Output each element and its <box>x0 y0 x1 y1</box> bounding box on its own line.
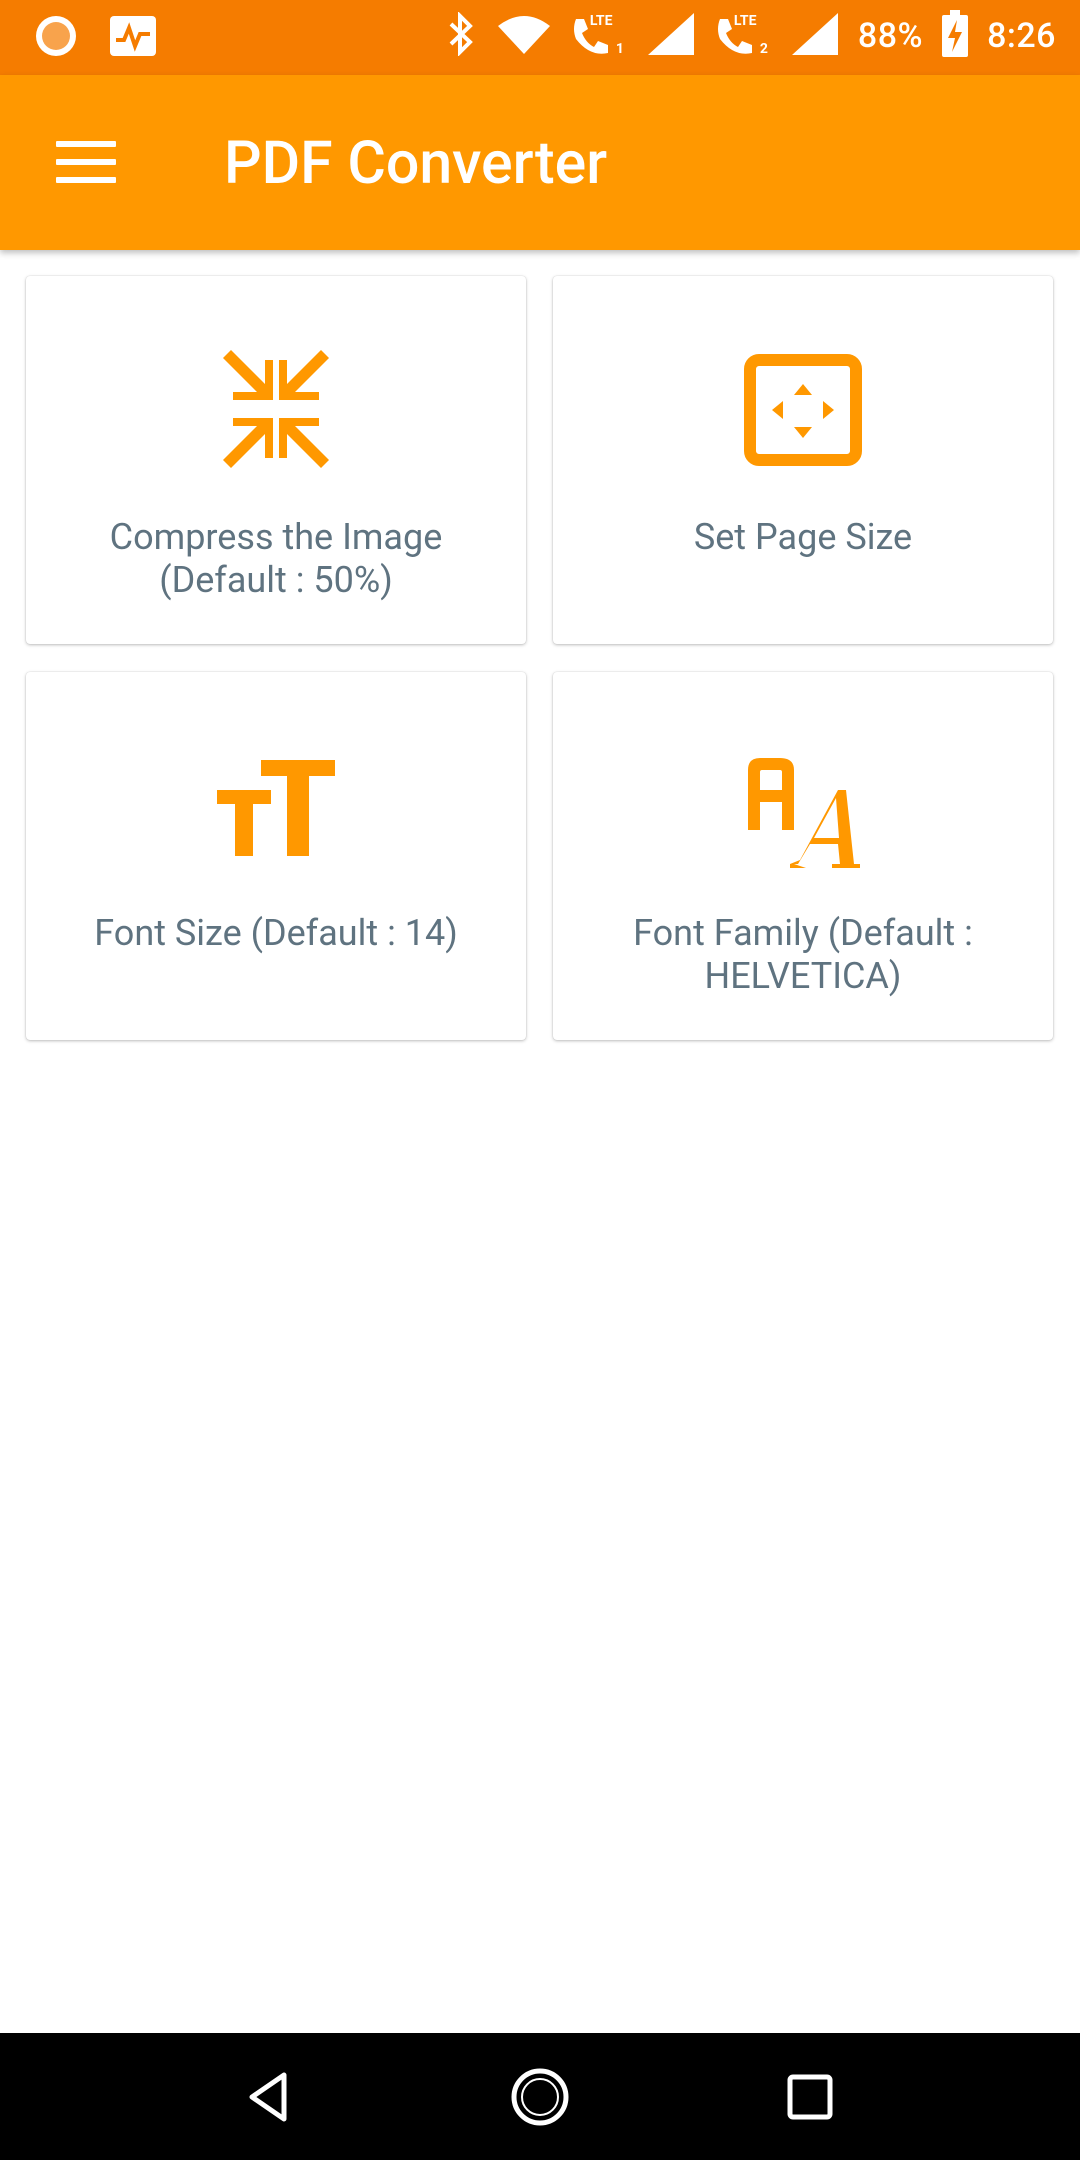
set-page-size-card[interactable]: Set Page Size <box>553 276 1053 644</box>
wifi-icon <box>496 12 552 60</box>
battery-charging-icon <box>941 10 969 62</box>
font-family-icon <box>738 740 868 870</box>
sim1-lte-label: LTE <box>589 13 613 29</box>
app-title: PDF Converter <box>224 129 608 198</box>
font-size-label: Font Size (Default : 14) <box>94 912 458 954</box>
back-button[interactable] <box>240 2067 300 2127</box>
compress-image-card[interactable]: Compress the Image (Default : 50%) <box>26 276 526 644</box>
recents-button[interactable] <box>780 2067 840 2127</box>
navigation-bar <box>0 2033 1080 2160</box>
font-family-card[interactable]: Font Family (Default : HELVETICA) <box>553 672 1053 1040</box>
sim1-index: 1 <box>615 41 624 57</box>
activity-icon <box>108 14 158 62</box>
sim2-index: 2 <box>759 41 768 57</box>
menu-button[interactable] <box>42 125 132 199</box>
signal1-icon <box>646 11 696 61</box>
status-bar: LTE 1 LTE 2 88% 8:26 <box>0 0 1080 75</box>
font-family-label: Font Family (Default : HELVETICA) <box>633 912 973 997</box>
sim2-call-icon: LTE 2 <box>714 11 772 61</box>
font-size-card[interactable]: Font Size (Default : 14) <box>26 672 526 1040</box>
page-size-icon <box>738 344 868 474</box>
set-page-size-label: Set Page Size <box>693 516 913 558</box>
sim1-call-icon: LTE 1 <box>570 11 628 61</box>
compress-image-label: Compress the Image (Default : 50%) <box>109 516 443 601</box>
back-triangle-icon <box>240 2072 300 2131</box>
clock: 8:26 <box>987 16 1056 56</box>
compress-icon <box>211 344 341 474</box>
recents-square-icon <box>780 2074 840 2131</box>
sim2-lte-label: LTE <box>733 13 757 29</box>
home-circle-icon <box>508 2068 572 2133</box>
font-size-icon <box>211 740 341 870</box>
battery-percent: 88% <box>857 16 924 56</box>
home-button[interactable] <box>508 2065 572 2129</box>
bluetooth-icon <box>444 11 478 60</box>
signal2-icon <box>790 11 840 61</box>
app-bar: PDF Converter <box>0 75 1080 250</box>
notification-app-icon <box>34 14 78 62</box>
